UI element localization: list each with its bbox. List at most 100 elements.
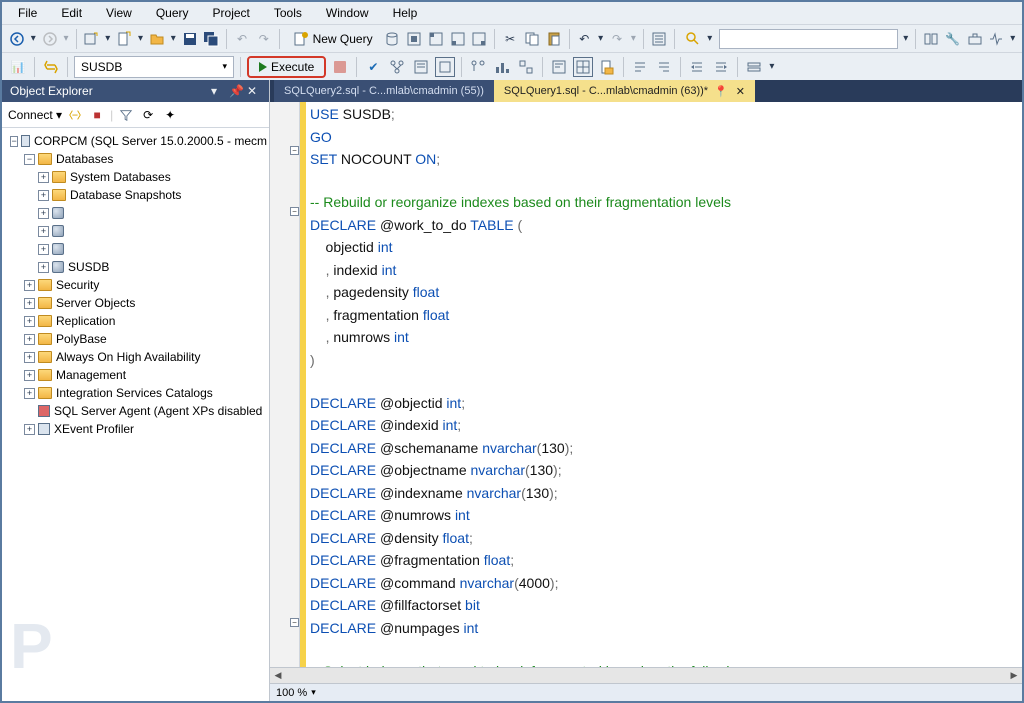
close-icon[interactable]: ✕ [247, 84, 261, 98]
horizontal-scrollbar[interactable]: ◀ ▶ [270, 667, 1022, 683]
tree-system-databases[interactable]: +System Databases [4, 168, 267, 186]
undo2-drop[interactable]: ▾ [597, 33, 604, 44]
tree-xevent-profiler[interactable]: +XEvent Profiler [4, 420, 267, 438]
search-icon[interactable]: ✦ [161, 106, 179, 124]
undo-icon[interactable]: ↶ [233, 29, 251, 49]
nav-fwd-icon[interactable] [41, 29, 59, 49]
code-content[interactable]: USE SUSDB; GO SET NOCOUNT ON; -- Rebuild… [306, 102, 1022, 667]
outdent-icon[interactable] [711, 57, 731, 77]
intellisense-icon[interactable] [435, 57, 455, 77]
change-conn-icon[interactable] [41, 57, 61, 77]
new-project-icon[interactable] [82, 29, 100, 49]
menu-edit[interactable]: Edit [51, 4, 92, 22]
execute-button[interactable]: Execute [247, 56, 326, 78]
open-drop[interactable]: ▾ [170, 33, 177, 44]
xmla-query-icon[interactable] [471, 29, 489, 49]
db-query-icon[interactable] [384, 29, 402, 49]
activity-drop[interactable]: ▾ [1009, 33, 1016, 44]
database-combo[interactable]: SUSDB ▾ [74, 56, 234, 78]
new-project-drop[interactable]: ▾ [104, 33, 111, 44]
nav-back-drop[interactable]: ▾ [30, 33, 37, 44]
new-file-drop[interactable]: ▾ [137, 33, 144, 44]
scroll-right-icon[interactable]: ▶ [1006, 668, 1022, 684]
tree-polybase[interactable]: +PolyBase [4, 330, 267, 348]
cut-icon[interactable]: ✂ [501, 29, 519, 49]
dmx-query-icon[interactable] [449, 29, 467, 49]
properties-icon[interactable] [650, 29, 668, 49]
menu-project[interactable]: Project [203, 4, 260, 22]
live-stats-icon[interactable] [492, 57, 512, 77]
toolbox-icon[interactable] [966, 29, 984, 49]
new-file-icon[interactable] [115, 29, 133, 49]
redo2-icon[interactable]: ↷ [608, 29, 626, 49]
tree-db-susdb[interactable]: +SUSDB [4, 258, 267, 276]
quick-launch-icon[interactable] [684, 29, 702, 49]
specify-values-drop[interactable]: ▾ [768, 61, 775, 72]
stop-icon[interactable]: ■ [88, 106, 106, 124]
refresh-icon[interactable]: ⟳ [139, 106, 157, 124]
menu-query[interactable]: Query [146, 4, 199, 22]
filter-icon[interactable] [117, 106, 135, 124]
tree-always-on[interactable]: +Always On High Availability [4, 348, 267, 366]
results-text-icon[interactable] [549, 57, 569, 77]
zoom-level[interactable]: 100 % [276, 687, 307, 699]
display-plan-icon[interactable] [387, 57, 407, 77]
pin-icon[interactable]: 📌 [229, 84, 243, 98]
tab-sqlquery2[interactable]: SQLQuery2.sql - C...mlab\cmadmin (55)) [274, 80, 494, 102]
uncomment-icon[interactable] [654, 57, 674, 77]
as-query-icon[interactable] [405, 29, 423, 49]
scroll-left-icon[interactable]: ◀ [270, 668, 286, 684]
code-editor[interactable]: − − − USE SUSDB; GO SET NOCOUNT ON; -- R… [270, 102, 1022, 667]
outline-toggle[interactable]: − [290, 207, 299, 216]
menu-help[interactable]: Help [383, 4, 428, 22]
cancel-query-button[interactable] [330, 57, 350, 77]
connect-button[interactable]: Connect ▾ [8, 108, 62, 122]
query-options-icon[interactable] [411, 57, 431, 77]
specify-values-icon[interactable] [744, 57, 764, 77]
nav-back-icon[interactable] [8, 29, 26, 49]
client-stats-icon[interactable] [516, 57, 536, 77]
menu-window[interactable]: Window [316, 4, 379, 22]
mdx-query-icon[interactable] [427, 29, 445, 49]
quick-launch-drop[interactable]: ▾ [706, 33, 713, 44]
comment-icon[interactable] [630, 57, 650, 77]
nav-fwd-drop[interactable]: ▾ [63, 33, 70, 44]
tree-sql-agent[interactable]: SQL Server Agent (Agent XPs disabled [4, 402, 267, 420]
activity-icon[interactable] [987, 29, 1005, 49]
quick-launch-input[interactable] [719, 29, 898, 49]
close-tab-icon[interactable]: ✕ [736, 85, 745, 98]
registered-servers-icon[interactable] [922, 29, 940, 49]
include-plan-icon[interactable] [468, 57, 488, 77]
tree-db-blank3[interactable]: + [4, 240, 267, 258]
paste-icon[interactable] [545, 29, 563, 49]
disconnect-icon[interactable] [66, 106, 84, 124]
menu-view[interactable]: View [96, 4, 142, 22]
copy-icon[interactable] [523, 29, 541, 49]
wrench-icon[interactable]: 🔧 [944, 29, 962, 49]
tree-integration-catalogs[interactable]: +Integration Services Catalogs [4, 384, 267, 402]
window-position-icon[interactable]: ▾ [211, 84, 225, 98]
open-icon[interactable] [148, 29, 166, 49]
tree-server[interactable]: −CORPCM (SQL Server 15.0.2000.5 - mecm [4, 132, 267, 150]
use-db-icon[interactable]: 📊 [8, 57, 28, 77]
results-file-icon[interactable] [597, 57, 617, 77]
tree-db-blank2[interactable]: + [4, 222, 267, 240]
tree-databases[interactable]: −Databases [4, 150, 267, 168]
parse-icon[interactable]: ✔ [363, 57, 383, 77]
tree-db-snapshots[interactable]: +Database Snapshots [4, 186, 267, 204]
menu-tools[interactable]: Tools [264, 4, 312, 22]
outline-toggle[interactable]: − [290, 146, 299, 155]
new-query-button[interactable]: New Query [286, 28, 380, 50]
redo2-drop[interactable]: ▾ [630, 33, 637, 44]
tree-server-objects[interactable]: +Server Objects [4, 294, 267, 312]
redo-icon[interactable]: ↷ [255, 29, 273, 49]
tab-sqlquery1[interactable]: SQLQuery1.sql - C...mlab\cmadmin (63))* … [494, 80, 755, 102]
pin-tab-icon[interactable]: 📍 [714, 85, 728, 98]
tree-management[interactable]: +Management [4, 366, 267, 384]
menu-file[interactable]: File [8, 4, 47, 22]
quick-launch-combo-drop[interactable]: ▾ [902, 33, 909, 44]
tree-replication[interactable]: +Replication [4, 312, 267, 330]
undo2-icon[interactable]: ↶ [575, 29, 593, 49]
tree-db-blank1[interactable]: + [4, 204, 267, 222]
save-all-icon[interactable] [203, 29, 221, 49]
